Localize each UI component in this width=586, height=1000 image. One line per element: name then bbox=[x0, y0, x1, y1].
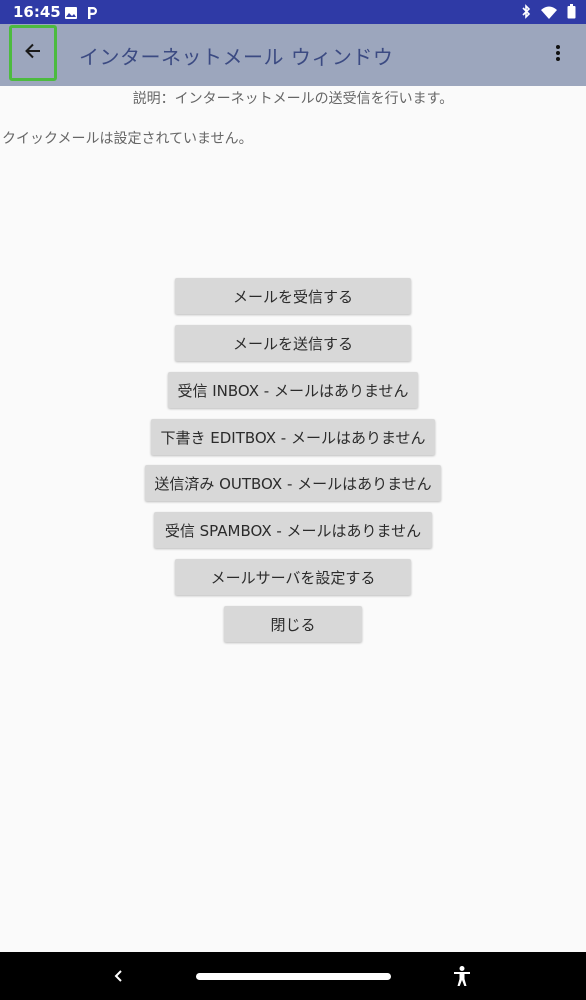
overflow-menu-button[interactable] bbox=[546, 40, 570, 70]
mail-server-settings-button[interactable]: メールサーバを設定する bbox=[175, 559, 411, 595]
status-time: 16:45 bbox=[13, 3, 61, 21]
editbox-button[interactable]: 下書き EDITBOX - メールはありません bbox=[151, 419, 435, 455]
image-icon bbox=[64, 5, 78, 24]
home-pill-icon[interactable] bbox=[196, 973, 391, 980]
spambox-button[interactable]: 受信 SPAMBOX - メールはありません bbox=[154, 512, 432, 548]
bluetooth-icon bbox=[521, 4, 531, 23]
wifi-icon bbox=[541, 4, 557, 23]
page-title: インターネットメール ウィンドウ bbox=[79, 45, 394, 69]
battery-icon bbox=[567, 4, 576, 23]
status-bar: 16:45 bbox=[0, 0, 586, 24]
receive-mail-button[interactable]: メールを受信する bbox=[175, 278, 411, 314]
outbox-button[interactable]: 送信済み OUTBOX - メールはありません bbox=[145, 465, 441, 501]
status-left-icons bbox=[64, 5, 98, 24]
arrow-left-icon bbox=[24, 42, 42, 64]
navigation-bar bbox=[0, 952, 586, 1000]
inbox-button[interactable]: 受信 INBOX - メールはありません bbox=[168, 372, 418, 408]
more-vert-icon bbox=[555, 44, 561, 66]
send-mail-button[interactable]: メールを送信する bbox=[175, 325, 411, 361]
back-button[interactable] bbox=[9, 25, 57, 81]
app-bar: インターネットメール ウィンドウ bbox=[0, 24, 586, 86]
quick-mail-status: クイックメールは設定されていません。 bbox=[2, 131, 253, 147]
status-right-icons bbox=[521, 4, 576, 23]
parking-icon bbox=[86, 5, 98, 24]
description-text: 説明：インターネットメールの送受信を行います。 bbox=[132, 91, 454, 107]
accessibility-icon[interactable] bbox=[452, 965, 472, 991]
nav-back-icon[interactable] bbox=[112, 966, 124, 990]
close-button[interactable]: 閉じる bbox=[224, 606, 362, 642]
